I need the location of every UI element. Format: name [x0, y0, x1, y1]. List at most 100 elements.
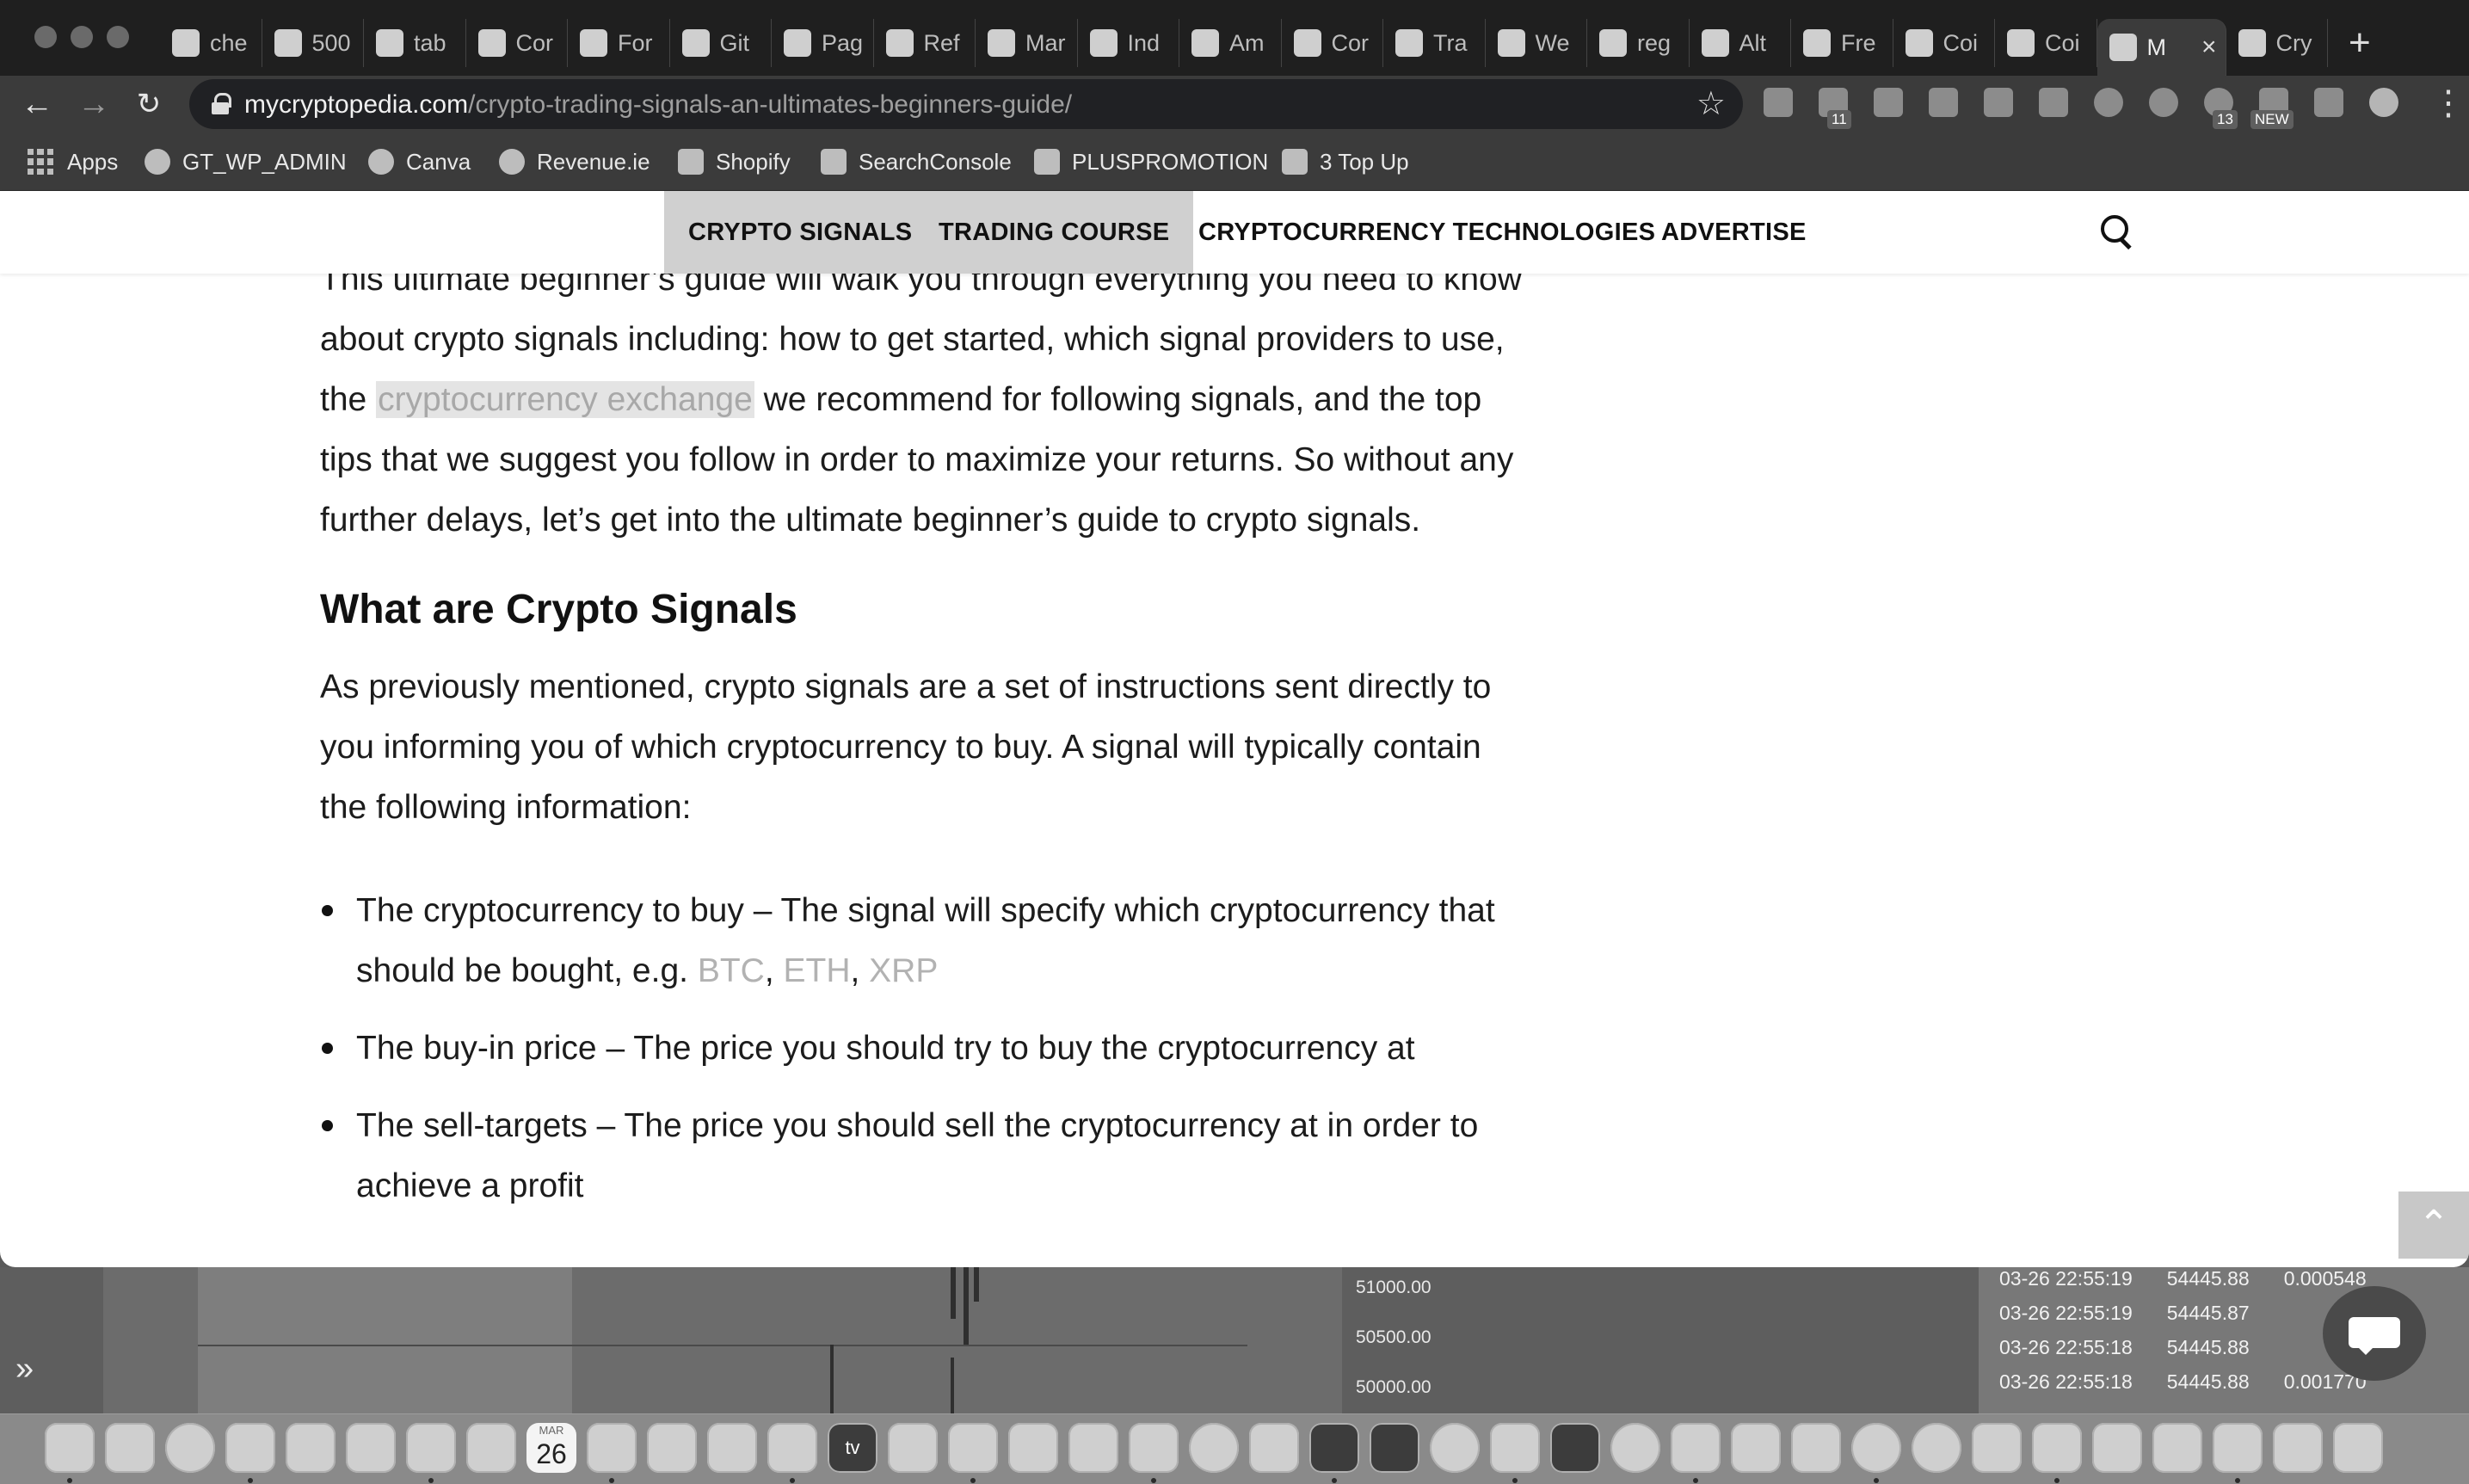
telegram-icon[interactable]	[1610, 1423, 1660, 1473]
nav-trading-course[interactable]: TRADING COURSE	[914, 191, 1194, 274]
terminal-icon[interactable]	[1550, 1423, 1600, 1473]
excel-icon[interactable]	[2032, 1423, 2082, 1473]
browser-tab[interactable]: Ind	[1078, 19, 1179, 67]
zoom-window-button[interactable]	[107, 26, 129, 48]
font-extension-icon[interactable]	[2039, 88, 2068, 117]
nav-crypto-signals[interactable]: CRYPTO SIGNALS	[664, 191, 937, 274]
close-window-button[interactable]	[34, 26, 57, 48]
browser-tab[interactable]: Cry	[2226, 19, 2328, 67]
pen-extension-icon[interactable]	[1764, 88, 1793, 117]
bookmark-gt-wp-admin[interactable]: GT_WP_ADMIN	[145, 143, 347, 181]
photos-icon[interactable]	[406, 1423, 456, 1473]
messenger-icon[interactable]	[1912, 1423, 1961, 1473]
notes-icon[interactable]	[767, 1423, 817, 1473]
bookmark-canva[interactable]: Canva	[368, 143, 471, 181]
profile-avatar[interactable]	[2369, 88, 2398, 117]
music-icon[interactable]	[948, 1423, 998, 1473]
keyboard-extension-icon[interactable]	[1984, 88, 2013, 117]
browser-tab[interactable]: M ×	[2096, 19, 2226, 76]
launchpad-icon[interactable]	[105, 1423, 155, 1473]
browser-tab[interactable]: Cor	[1282, 19, 1383, 67]
forward-button[interactable]: →	[74, 84, 114, 124]
browser-tab[interactable]: Cor	[466, 19, 568, 67]
help-icon[interactable]	[888, 1423, 938, 1473]
mail-icon[interactable]	[286, 1423, 336, 1473]
bookmark-shopify[interactable]: Shopify	[678, 143, 791, 181]
scroll-to-top-button[interactable]: ⌃	[2398, 1192, 2469, 1259]
transmit-icon[interactable]	[1490, 1423, 1540, 1473]
url-text[interactable]: mycryptopedia.com/crypto-trading-signals…	[244, 90, 1072, 120]
browser-tab[interactable]: Ref	[874, 19, 976, 67]
browser-tab[interactable]: tab	[364, 19, 466, 67]
browser-menu-icon[interactable]: ⋮	[2431, 83, 2466, 124]
bookmark-pluspromotion[interactable]: PLUSPROMOTION	[1034, 143, 1268, 181]
stocks-icon[interactable]	[1370, 1423, 1419, 1473]
browser-tab[interactable]: We	[1486, 19, 1587, 67]
safari-icon[interactable]	[165, 1423, 215, 1473]
new-tab-button[interactable]: +	[2349, 19, 2371, 67]
browser-tab[interactable]: Tra	[1383, 19, 1486, 67]
printer-extension-icon[interactable]	[1929, 88, 1958, 117]
back-button[interactable]: ←	[17, 84, 57, 124]
contacts-icon[interactable]	[647, 1423, 697, 1473]
address-bar[interactable]: mycryptopedia.com/crypto-trading-signals…	[189, 79, 1743, 129]
whatsapp-icon[interactable]	[1430, 1423, 1480, 1473]
nav-cryptocurrency-technologies[interactable]: CRYPTOCURRENCY TECHNOLOGIES	[1174, 191, 1679, 274]
word-icon[interactable]	[1731, 1423, 1781, 1473]
bookmark-searchconsole[interactable]: SearchConsole	[821, 143, 1012, 181]
screen-record-icon[interactable]	[1972, 1423, 2022, 1473]
puzzle-extensions-icon[interactable]	[2314, 88, 2343, 117]
reminders-icon[interactable]	[707, 1423, 757, 1473]
close-tab-icon[interactable]: ×	[2201, 33, 2217, 62]
nav-advertise[interactable]: ADVERTISE	[1637, 191, 1831, 274]
btc-link[interactable]: BTC	[698, 952, 765, 989]
xrp-link[interactable]: XRP	[869, 952, 938, 989]
bookmark-star-icon[interactable]: ☆	[1696, 84, 1726, 123]
tv-icon[interactable]: tv	[828, 1423, 877, 1473]
facetime-icon[interactable]	[466, 1423, 516, 1473]
grammarly-extension-icon[interactable]	[2094, 88, 2123, 117]
network-icon[interactable]	[1851, 1423, 1901, 1473]
browser-tab[interactable]: Mar	[976, 19, 1078, 67]
file-icon[interactable]	[2273, 1423, 2323, 1473]
vlc-icon[interactable]	[1791, 1423, 1841, 1473]
app-store-icon[interactable]	[1068, 1423, 1118, 1473]
evernote-extension-icon[interactable]	[2149, 88, 2178, 117]
bookmark-apps[interactable]: Apps	[28, 143, 118, 181]
browser-tab[interactable]: Alt	[1690, 19, 1791, 67]
browser-tab[interactable]: reg	[1587, 19, 1690, 67]
browser-tab[interactable]: Coi	[1893, 19, 1995, 67]
eth-link[interactable]: ETH	[784, 952, 851, 989]
browser-tab[interactable]: Fre	[1791, 19, 1893, 67]
messages-icon[interactable]	[225, 1423, 275, 1473]
browser-tab[interactable]: Git	[670, 19, 772, 67]
podcasts-icon[interactable]	[1008, 1423, 1058, 1473]
browser-tab[interactable]: 500	[262, 19, 364, 67]
calendar-icon[interactable]: MAR 26	[526, 1423, 576, 1473]
search-icon[interactable]	[2099, 213, 2137, 251]
finder-icon[interactable]	[45, 1423, 95, 1473]
browser-tab[interactable]: Coi	[1995, 19, 2097, 67]
maps-icon[interactable]	[346, 1423, 396, 1473]
browser-tab[interactable]: Pag	[772, 19, 874, 67]
minimize-window-button[interactable]	[71, 26, 93, 48]
pages-icon[interactable]	[2213, 1423, 2263, 1473]
sublime-icon[interactable]	[1671, 1423, 1721, 1473]
textedit-icon[interactable]	[2092, 1423, 2142, 1473]
reload-button[interactable]: ↻	[129, 84, 169, 124]
browser-tab[interactable]: Am	[1179, 19, 1282, 67]
trash-icon[interactable]	[2333, 1423, 2383, 1473]
expand-sidebar-icon[interactable]: »	[15, 1351, 34, 1388]
chrome-icon[interactable]	[1189, 1423, 1239, 1473]
bookmark-3-top-up[interactable]: 3 Top Up	[1282, 143, 1409, 181]
obs-icon[interactable]	[1309, 1423, 1359, 1473]
chat-button[interactable]	[2323, 1286, 2426, 1381]
browser-tab[interactable]: For	[568, 19, 670, 67]
browser-tab[interactable]: che	[160, 19, 262, 67]
preview-icon[interactable]	[2152, 1423, 2202, 1473]
cryptocurrency-exchange-link[interactable]: cryptocurrency exchange	[376, 381, 754, 418]
recycle-extension-icon[interactable]	[1874, 88, 1903, 117]
downloads-icon[interactable]	[587, 1423, 637, 1473]
bookmark-revenue[interactable]: Revenue.ie	[499, 143, 650, 181]
outlook-icon[interactable]	[1249, 1423, 1299, 1473]
